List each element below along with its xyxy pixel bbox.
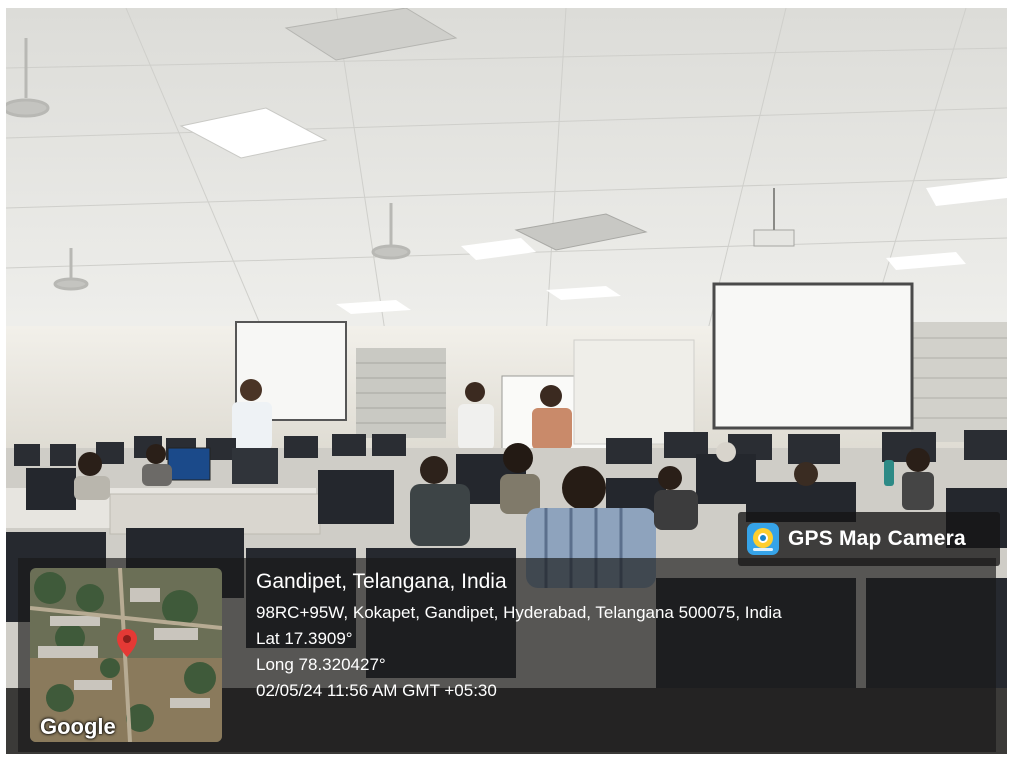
map-pin-icon — [117, 629, 137, 657]
location-text-block: Gandipet, Telangana, India 98RC+95W, Kok… — [256, 568, 782, 704]
datetime: 02/05/24 11:56 AM GMT +05:30 — [256, 681, 497, 700]
satellite-map-thumbnail: Google — [30, 568, 222, 742]
address-line: 98RC+95W, Kokapet, Gandipet, Hyderabad, … — [256, 603, 782, 622]
location-title: Gandipet, Telangana, India — [256, 570, 507, 593]
latitude: Lat 17.3909° — [256, 629, 353, 648]
google-logo: Google — [40, 714, 116, 739]
location-info-panel: Google Gandipet, Telangana, India 98RC+9… — [6, 548, 1007, 754]
longitude: Long 78.320427° — [256, 655, 386, 674]
photo-frame: GPS Map Camera Google Gandipet, Telangan… — [6, 8, 1007, 754]
